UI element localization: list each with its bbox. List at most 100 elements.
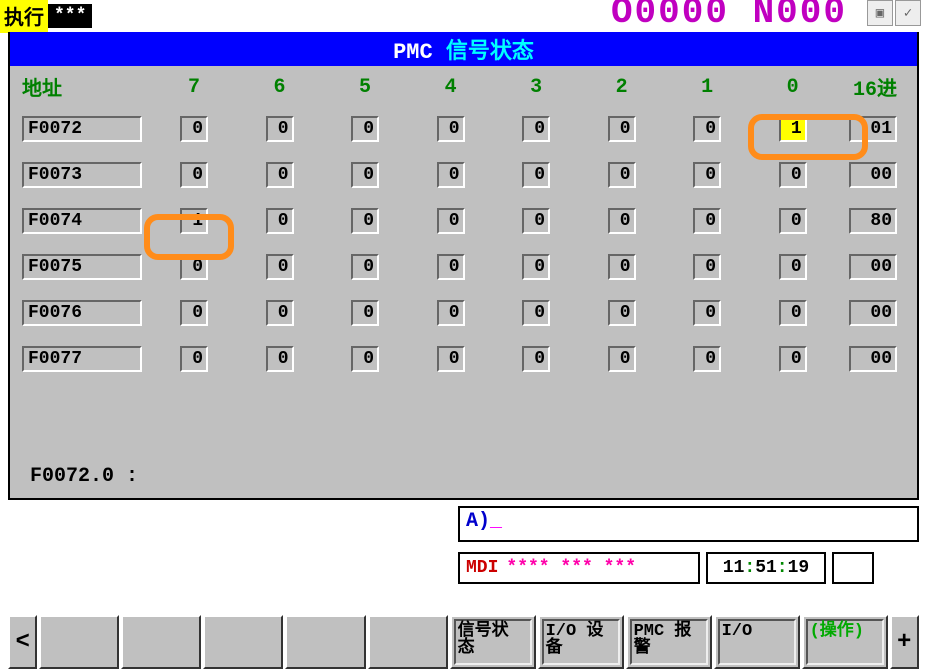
bit-field[interactable]: 0 xyxy=(522,116,550,142)
address-field[interactable]: F0077 xyxy=(22,346,142,372)
table-row: F00720000000101 xyxy=(10,106,917,152)
softkey-empty-1[interactable] xyxy=(39,615,119,669)
header-bit-2: 2 xyxy=(579,76,665,99)
bit-field[interactable]: 0 xyxy=(180,254,208,280)
header-address: 地址 xyxy=(22,72,151,102)
bit-field[interactable]: 0 xyxy=(608,208,636,234)
bit-field[interactable]: 0 xyxy=(437,208,465,234)
bit-field[interactable]: 0 xyxy=(351,300,379,326)
time-s: 19 xyxy=(788,558,810,578)
bit-field[interactable]: 0 xyxy=(437,254,465,280)
bit-field[interactable]: 0 xyxy=(351,346,379,372)
bit-field[interactable]: 1 xyxy=(779,116,807,142)
bit-field[interactable]: 0 xyxy=(522,208,550,234)
bit-field[interactable]: 0 xyxy=(351,254,379,280)
bit-field[interactable]: 0 xyxy=(608,346,636,372)
bit-field[interactable]: 0 xyxy=(779,300,807,326)
mode-box: MDI **** *** *** xyxy=(458,552,700,584)
table-row: F00760000000000 xyxy=(10,290,917,336)
address-field[interactable]: F0074 xyxy=(22,208,142,234)
bit-field[interactable]: 0 xyxy=(693,346,721,372)
bit-field[interactable]: 0 xyxy=(693,300,721,326)
bit-field[interactable]: 0 xyxy=(180,346,208,372)
top-icons: ▣ ✓ xyxy=(867,0,921,26)
bottom-area: A)_ MDI **** *** *** 11:51:19 xyxy=(8,506,919,584)
bit-field[interactable]: 0 xyxy=(351,162,379,188)
bit-field[interactable]: 0 xyxy=(266,116,294,142)
bit-field[interactable]: 0 xyxy=(693,254,721,280)
title-bar: PMC 信号状态 xyxy=(10,32,917,66)
address-field[interactable]: F0072 xyxy=(22,116,142,142)
address-field[interactable]: F0075 xyxy=(22,254,142,280)
bit-field[interactable]: 0 xyxy=(180,162,208,188)
command-prompt[interactable]: A)_ xyxy=(458,506,919,542)
image-icon[interactable]: ▣ xyxy=(867,0,893,26)
bit-field[interactable]: 0 xyxy=(437,162,465,188)
bit-field[interactable]: 0 xyxy=(693,162,721,188)
bit-field[interactable]: 0 xyxy=(779,162,807,188)
bit-field[interactable]: 0 xyxy=(522,254,550,280)
bit-field[interactable]: 0 xyxy=(266,346,294,372)
address-field[interactable]: F0073 xyxy=(22,162,142,188)
header-bit-3: 3 xyxy=(493,76,579,99)
bit-field[interactable]: 0 xyxy=(608,116,636,142)
bit-field[interactable]: 0 xyxy=(351,208,379,234)
bit-field[interactable]: 0 xyxy=(266,208,294,234)
hex-field: 00 xyxy=(849,300,897,326)
time-h: 11 xyxy=(723,558,745,578)
program-counter: O0000 N000 xyxy=(611,0,847,33)
bit-field[interactable]: 0 xyxy=(437,300,465,326)
softkey-empty-2[interactable] xyxy=(121,615,201,669)
bit-field[interactable]: 0 xyxy=(779,346,807,372)
header-row: 地址 7 6 5 4 3 2 1 0 16进 xyxy=(10,66,917,106)
bit-field[interactable]: 0 xyxy=(693,116,721,142)
title-text: 信号状态 xyxy=(446,40,534,65)
softkey-right-plus[interactable]: + xyxy=(890,615,919,669)
header-bit-4: 4 xyxy=(408,76,494,99)
top-bar: 执行*** O0000 N000 ▣ ✓ xyxy=(0,0,927,32)
bit-field[interactable]: 0 xyxy=(266,300,294,326)
bit-field[interactable]: 0 xyxy=(608,254,636,280)
softkey-operate[interactable]: (操作) xyxy=(802,615,888,669)
main-panel: PMC 信号状态 地址 7 6 5 4 3 2 1 0 16进 F0072000… xyxy=(8,32,919,500)
header-bit-5: 5 xyxy=(322,76,408,99)
softkey-empty-5[interactable] xyxy=(368,615,448,669)
hex-field: 01 xyxy=(849,116,897,142)
bit-field[interactable]: 0 xyxy=(779,254,807,280)
hex-field: 80 xyxy=(849,208,897,234)
address-field[interactable]: F0076 xyxy=(22,300,142,326)
bit-field[interactable]: 0 xyxy=(522,300,550,326)
bit-field[interactable]: 0 xyxy=(779,208,807,234)
bit-field[interactable]: 0 xyxy=(180,300,208,326)
softkey-empty-3[interactable] xyxy=(203,615,283,669)
softkey-pmc-alarm[interactable]: PMC 报警 xyxy=(626,615,712,669)
header-bit-7: 7 xyxy=(151,76,237,99)
bit-field[interactable]: 0 xyxy=(693,208,721,234)
table-row: F0074 1 0 0 0 0 0 0 0 80 xyxy=(10,198,917,244)
bit-field[interactable]: 0 xyxy=(437,346,465,372)
bit-field[interactable]: 0 xyxy=(180,116,208,142)
title-prefix: PMC xyxy=(393,40,433,65)
softkey-left-arrow[interactable]: < xyxy=(8,615,37,669)
softkeys: < 信号状态 I/O 设备 PMC 报警 I/O (操作) + xyxy=(8,615,919,669)
hex-field: 00 xyxy=(849,162,897,188)
bit-field[interactable]: 0 xyxy=(351,116,379,142)
header-bit-6: 6 xyxy=(237,76,323,99)
bit-field[interactable]: 0 xyxy=(522,346,550,372)
header-bit-0: 0 xyxy=(750,76,836,99)
softkey-empty-4[interactable] xyxy=(285,615,365,669)
bit-field[interactable]: 0 xyxy=(266,254,294,280)
softkey-signal-status[interactable]: 信号状态 xyxy=(450,615,536,669)
softkey-io[interactable]: I/O xyxy=(714,615,800,669)
header-hex: 16进 xyxy=(835,72,905,102)
bit-field[interactable]: 1 xyxy=(180,208,208,234)
bit-field[interactable]: 0 xyxy=(437,116,465,142)
hex-field: 00 xyxy=(849,254,897,280)
bit-field[interactable]: 0 xyxy=(522,162,550,188)
check-icon[interactable]: ✓ xyxy=(895,0,921,26)
bit-field[interactable]: 0 xyxy=(608,300,636,326)
bit-field[interactable]: 0 xyxy=(266,162,294,188)
softkey-io-device[interactable]: I/O 设备 xyxy=(538,615,624,669)
mode-label: MDI xyxy=(466,558,498,578)
bit-field[interactable]: 0 xyxy=(608,162,636,188)
